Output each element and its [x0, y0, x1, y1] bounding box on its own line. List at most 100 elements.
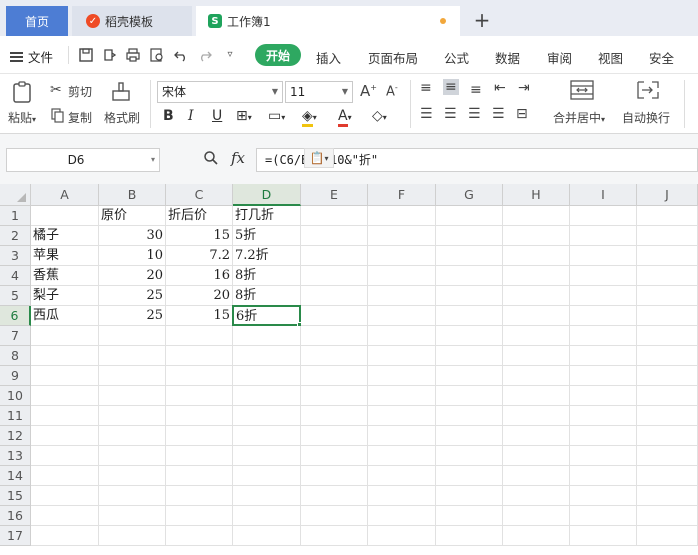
column-header-d[interactable]: D [233, 184, 301, 206]
name-box[interactable]: D6 ▾ [6, 148, 160, 172]
cell-h15[interactable] [503, 486, 570, 506]
cell-i3[interactable] [570, 246, 637, 266]
cell-c12[interactable] [166, 426, 233, 446]
cell-a12[interactable] [31, 426, 99, 446]
cell-j13[interactable] [637, 446, 698, 466]
cell-b9[interactable] [99, 366, 166, 386]
cell-d8[interactable] [233, 346, 301, 366]
cell-e15[interactable] [301, 486, 368, 506]
cell-d3[interactable]: 7.2折 [233, 246, 301, 266]
row-header-14[interactable]: 14 [0, 466, 31, 486]
column-header-c[interactable]: C [166, 184, 233, 206]
cell-c15[interactable] [166, 486, 233, 506]
cell-e14[interactable] [301, 466, 368, 486]
row-header-17[interactable]: 17 [0, 526, 31, 546]
cell-d9[interactable] [233, 366, 301, 386]
cell-h11[interactable] [503, 406, 570, 426]
cell-i9[interactable] [570, 366, 637, 386]
cell-j11[interactable] [637, 406, 698, 426]
cell-g8[interactable] [436, 346, 503, 366]
menu-insert[interactable]: 插入 [316, 48, 341, 67]
row-header-11[interactable]: 11 [0, 406, 31, 426]
cell-d14[interactable] [233, 466, 301, 486]
cell-j3[interactable] [637, 246, 698, 266]
cell-a1[interactable] [31, 206, 99, 226]
cell-d2[interactable]: 5折 [233, 226, 301, 246]
menu-page-layout[interactable]: 页面布局 [368, 48, 418, 67]
cell-g17[interactable] [436, 526, 503, 546]
cell-d13[interactable] [233, 446, 301, 466]
cell-d16[interactable] [233, 506, 301, 526]
paste-button[interactable]: 粘贴▾ [8, 109, 36, 126]
cell-a17[interactable] [31, 526, 99, 546]
paste-icon[interactable] [11, 80, 35, 104]
cell-f4[interactable] [368, 266, 436, 286]
cell-h12[interactable] [503, 426, 570, 446]
font-size-select[interactable]: 11 ▼ [285, 81, 353, 103]
cell-d6[interactable]: 6折 [232, 305, 301, 326]
fill-color-icon[interactable]: ◈▾ [302, 108, 317, 127]
cell-a4[interactable]: 香蕉 [31, 266, 99, 286]
cell-i17[interactable] [570, 526, 637, 546]
cell-c9[interactable] [166, 366, 233, 386]
new-tab-button[interactable]: + [470, 6, 494, 34]
cell-b11[interactable] [99, 406, 166, 426]
cell-d12[interactable] [233, 426, 301, 446]
cell-f11[interactable] [368, 406, 436, 426]
column-header-b[interactable]: B [99, 184, 166, 206]
cell-b4[interactable]: 20 [99, 266, 166, 286]
menu-start-tab[interactable]: 开始 [255, 44, 301, 66]
cell-j4[interactable] [637, 266, 698, 286]
cell-e1[interactable] [301, 206, 368, 226]
cell-g3[interactable] [436, 246, 503, 266]
cell-h17[interactable] [503, 526, 570, 546]
cell-c5[interactable]: 20 [166, 286, 233, 306]
cell-g16[interactable] [436, 506, 503, 526]
cell-d15[interactable] [233, 486, 301, 506]
cell-c11[interactable] [166, 406, 233, 426]
cell-g9[interactable] [436, 366, 503, 386]
zoom-search-icon[interactable] [203, 150, 219, 166]
cell-j7[interactable] [637, 326, 698, 346]
cell-f13[interactable] [368, 446, 436, 466]
font-color-icon[interactable]: A▾ [338, 108, 352, 127]
cell-g2[interactable] [436, 226, 503, 246]
cell-e10[interactable] [301, 386, 368, 406]
cell-a3[interactable]: 苹果 [31, 246, 99, 266]
row-header-8[interactable]: 8 [0, 346, 31, 366]
cell-d1[interactable]: 打几折 [233, 206, 301, 226]
cell-d11[interactable] [233, 406, 301, 426]
cell-c14[interactable] [166, 466, 233, 486]
cell-d4[interactable]: 8折 [233, 266, 301, 286]
spreadsheet-grid[interactable]: A B C D E F G H I J 1 原价 折后价 打几折 2 橘子 30 15 5折 3 苹果 10 7.2 7.2折… [0, 184, 698, 555]
cell-g7[interactable] [436, 326, 503, 346]
copy-button[interactable]: 复制 [68, 109, 92, 126]
cell-i1[interactable] [570, 206, 637, 226]
cut-button[interactable]: 剪切 [68, 83, 92, 100]
cell-h9[interactable] [503, 366, 570, 386]
column-header-g[interactable]: G [436, 184, 503, 206]
cell-d5[interactable]: 8折 [233, 286, 301, 306]
menu-review[interactable]: 审阅 [547, 48, 572, 67]
cell-f17[interactable] [368, 526, 436, 546]
cell-e13[interactable] [301, 446, 368, 466]
cell-j15[interactable] [637, 486, 698, 506]
cell-h4[interactable] [503, 266, 570, 286]
cell-d17[interactable] [233, 526, 301, 546]
cell-b13[interactable] [99, 446, 166, 466]
cell-e12[interactable] [301, 426, 368, 446]
row-header-6[interactable]: 6 [0, 306, 31, 326]
cell-i10[interactable] [570, 386, 637, 406]
cell-a11[interactable] [31, 406, 99, 426]
cell-f3[interactable] [368, 246, 436, 266]
cell-e7[interactable] [301, 326, 368, 346]
cell-i12[interactable] [570, 426, 637, 446]
cell-g6[interactable] [436, 306, 503, 326]
cell-f1[interactable] [368, 206, 436, 226]
cell-f8[interactable] [368, 346, 436, 366]
cell-c4[interactable]: 16 [166, 266, 233, 286]
cell-h10[interactable] [503, 386, 570, 406]
align-center-icon[interactable]: ☰ [444, 106, 457, 122]
underline-icon[interactable]: U [212, 108, 222, 124]
cell-f10[interactable] [368, 386, 436, 406]
